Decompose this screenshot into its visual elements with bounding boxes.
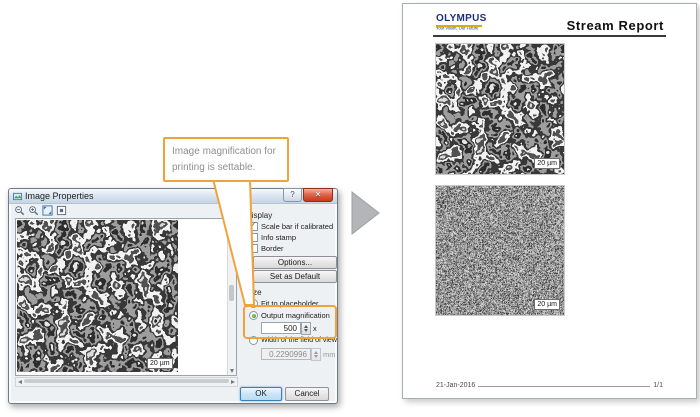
field-width-unit-label: mm — [323, 350, 336, 359]
horizontal-scroll-thumb[interactable] — [24, 379, 229, 383]
dialog-title: Image Properties — [25, 191, 94, 201]
radio-width-field-of-view[interactable]: Width of the field of view — [249, 336, 337, 345]
zoom-in-icon[interactable] — [28, 205, 39, 216]
preview-vertical-scrollbar[interactable] — [227, 219, 236, 375]
scroll-right-arrow-icon[interactable] — [231, 380, 235, 384]
field-width-spinner — [311, 348, 321, 361]
dialog-titlebar[interactable]: Image Properties ? ✕ — [9, 189, 337, 204]
olympus-logo-text: OLYMPUS — [436, 14, 498, 24]
radio-unselected-icon[interactable] — [249, 336, 258, 345]
radio-output-magnification[interactable]: Output magnification — [249, 311, 330, 320]
radio-selected-icon[interactable] — [249, 311, 258, 320]
checkbox-unchecked-icon[interactable] — [249, 233, 258, 242]
preview-micrograph-image — [17, 220, 178, 372]
checkbox-label: Scale bar if calibrated — [261, 222, 333, 231]
vertical-scroll-thumb[interactable] — [229, 285, 234, 301]
checkbox-scale-bar[interactable]: ✓ Scale bar if calibrated — [249, 222, 333, 231]
report-footer: 21-Jan-2016 1/1 — [436, 382, 663, 389]
zoom-out-icon[interactable] — [14, 205, 25, 216]
fit-to-window-icon[interactable] — [42, 205, 53, 216]
olympus-logo-tagline: Your Vision, Our Future — [436, 27, 478, 31]
report-micrograph-coarse — [436, 44, 564, 174]
checkbox-label: Border — [261, 244, 284, 253]
radio-label: Output magnification — [261, 311, 330, 320]
checkbox-unchecked-icon[interactable] — [249, 244, 258, 253]
olympus-logo: OLYMPUS Your Vision, Our Future — [436, 14, 498, 33]
radio-label: Fit to placeholder — [261, 299, 319, 308]
checkbox-info-stamp[interactable]: Info stamp — [249, 233, 296, 242]
preview-horizontal-scrollbar[interactable] — [15, 377, 238, 387]
checkbox-border[interactable]: Border — [249, 244, 284, 253]
report-title: Stream Report — [567, 18, 664, 33]
actual-size-icon[interactable] — [56, 205, 67, 216]
callout-text: Image magnification for printing is sett… — [172, 146, 276, 173]
options-button[interactable]: Options... — [253, 256, 337, 269]
preview-toolbar — [14, 205, 67, 216]
callout: Image magnification for printing is sett… — [163, 137, 289, 182]
radio-unselected-icon[interactable] — [249, 299, 258, 308]
report-date: 21-Jan-2016 — [436, 382, 475, 389]
report-image-2: 20 µm — [435, 185, 565, 316]
report-footer-rule — [478, 386, 650, 387]
magnification-spinner[interactable] — [301, 322, 311, 335]
spinner-down-icon[interactable] — [304, 329, 308, 332]
radio-label: Width of the field of view — [261, 337, 337, 344]
magnification-unit-label: x — [313, 324, 317, 333]
spinner-up-icon[interactable] — [304, 325, 308, 328]
scroll-down-arrow-icon[interactable] — [230, 369, 234, 373]
checkbox-label: Info stamp — [261, 233, 296, 242]
scale-bar-label: 20 µm — [147, 358, 173, 369]
spinner-up-icon — [314, 351, 318, 354]
scroll-up-arrow-icon[interactable] — [230, 221, 234, 225]
display-group-label: Display — [246, 211, 272, 220]
report-page: OLYMPUS Your Vision, Our Future Stream R… — [402, 3, 697, 399]
image-properties-dialog: Image Properties ? ✕ — [8, 188, 338, 404]
window-help-button[interactable]: ? — [283, 188, 302, 202]
check-icon: ✓ — [250, 221, 257, 229]
checkbox-checked-icon[interactable]: ✓ — [249, 222, 258, 231]
page-background: Image Properties ? ✕ — [0, 0, 700, 417]
ok-button[interactable]: OK — [240, 387, 282, 401]
report-page-number: 1/1 — [653, 382, 663, 389]
scale-bar-label: 20 µm — [534, 158, 560, 169]
field-width-input: 0.2290996 — [261, 348, 311, 360]
spinner-down-icon — [314, 355, 318, 358]
radio-fit-to-placeholder[interactable]: Fit to placeholder — [249, 299, 319, 308]
magnification-input[interactable]: 500 — [261, 322, 301, 334]
scale-bar-label: 20 µm — [534, 299, 560, 310]
image-preview-area[interactable]: 20 µm — [15, 218, 237, 376]
report-image-1: 20 µm — [435, 43, 565, 175]
transition-arrow-icon — [351, 191, 381, 235]
report-header-rule — [433, 35, 666, 37]
set-as-default-button[interactable]: Set as Default — [253, 270, 337, 283]
cancel-button[interactable]: Cancel — [285, 387, 329, 401]
window-close-button[interactable]: ✕ — [303, 188, 333, 202]
image-icon — [13, 192, 22, 201]
scroll-left-arrow-icon[interactable] — [18, 380, 22, 384]
report-micrograph-fine — [436, 186, 564, 315]
size-group-label: Size — [246, 288, 262, 297]
